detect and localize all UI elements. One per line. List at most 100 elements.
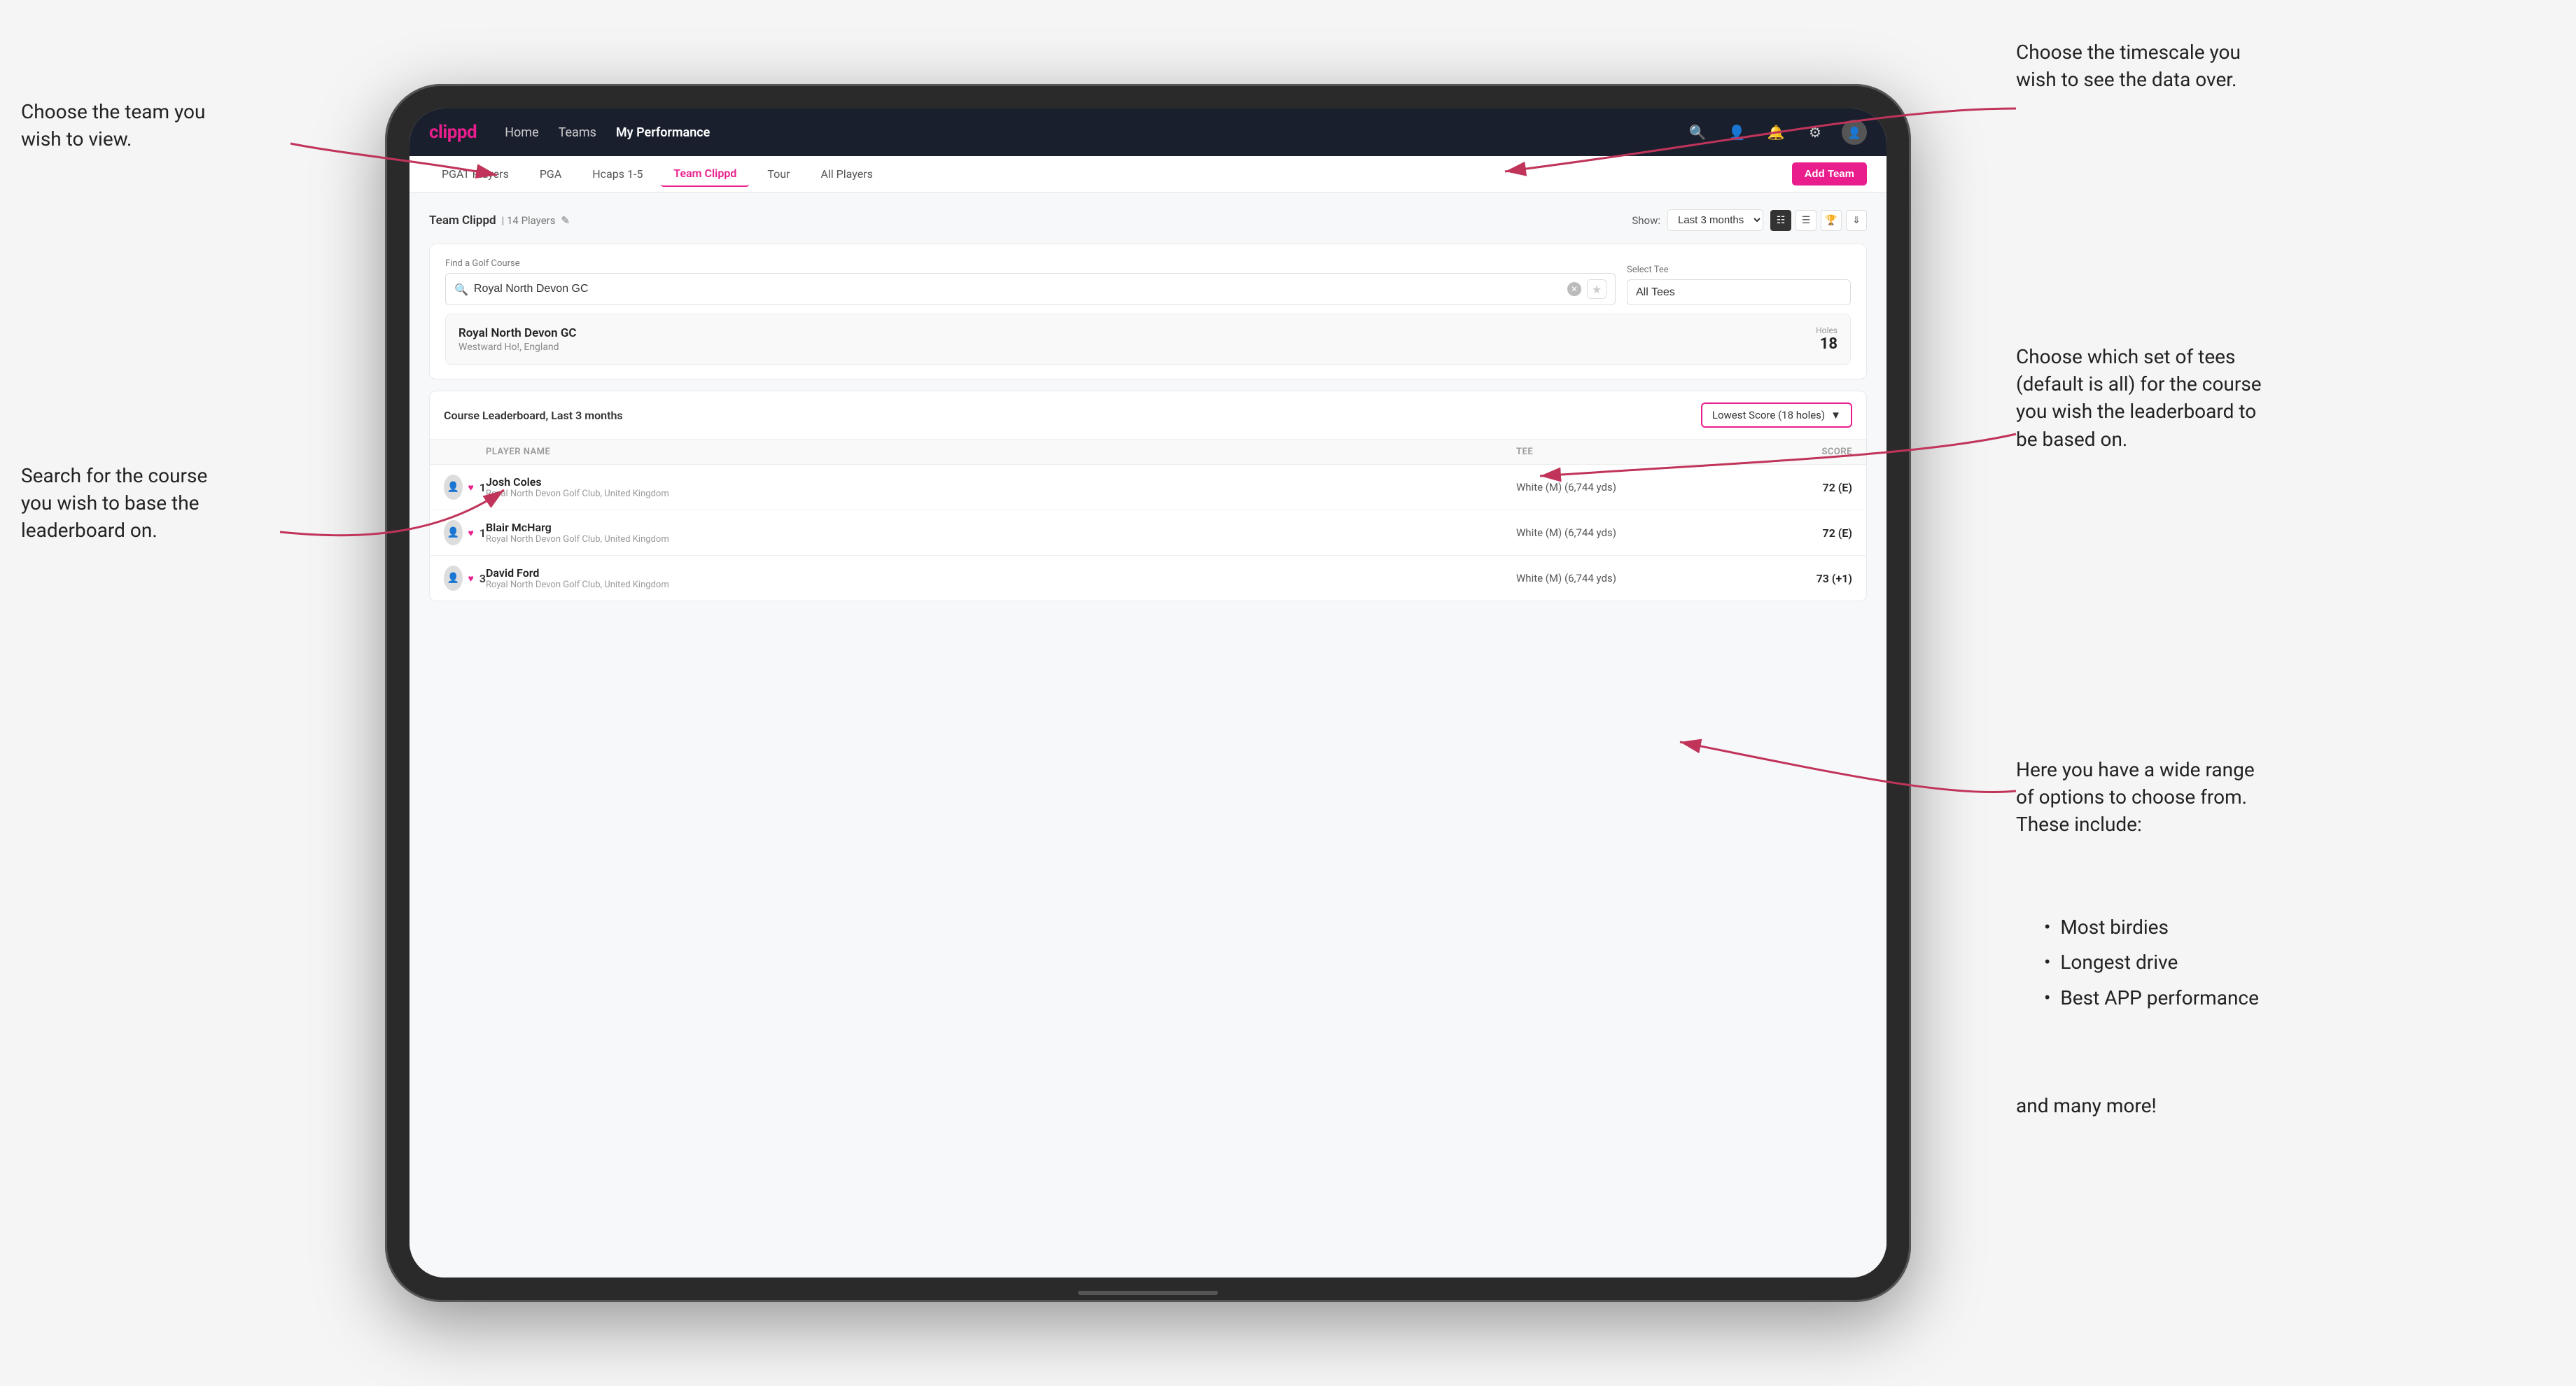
holes-label: Holes (1816, 326, 1837, 335)
course-result-name: Royal North Devon GC (458, 326, 577, 340)
course-search-input[interactable] (474, 283, 1562, 295)
annotation-options-list: • Most birdies • Longest drive • Best AP… (2044, 910, 2259, 1016)
chevron-down-icon: ▼ (1830, 409, 1841, 421)
player-info-col-1: Josh Coles Royal North Devon Golf Club, … (486, 475, 1516, 499)
nav-teams[interactable]: Teams (559, 125, 596, 140)
ipad-screen: clippd Home Teams My Performance 🔍 👤 🔔 ⚙… (410, 108, 1886, 1278)
score-type-select[interactable]: Lowest Score (18 holes) ▼ (1701, 402, 1852, 428)
heart-icon-3: ♥ (468, 573, 474, 584)
ipad-frame: clippd Home Teams My Performance 🔍 👤 🔔 ⚙… (385, 84, 1911, 1302)
course-search-card: Find a Golf Course 🔍 ✕ ★ Select Tee All … (429, 244, 1867, 379)
score-col-2: 72 (E) (1726, 526, 1852, 540)
rank-col-1: 👤 ♥ 1 (444, 475, 486, 500)
rank-number-1: 1 (479, 481, 486, 494)
table-header: PLAYER NAME TEE SCORE (430, 440, 1866, 465)
col-header-player: PLAYER NAME (486, 447, 1516, 457)
col-header-score: SCORE (1726, 447, 1852, 457)
nav-home[interactable]: Home (505, 125, 538, 140)
rank-number-2: 1 (479, 526, 486, 540)
search-icon[interactable]: 🔍 (1685, 120, 1710, 145)
list-view-icon[interactable]: ☰ (1795, 210, 1816, 231)
team-header: Team Clippd | 14 Players ✎ Show: Last 3 … (429, 209, 1867, 231)
tee-label: Select Tee (1627, 265, 1851, 275)
search-magnifier-icon: 🔍 (454, 283, 468, 296)
score-type-label: Lowest Score (18 holes) (1712, 409, 1825, 421)
player-name-3: David Ford (486, 566, 669, 580)
tee-select[interactable]: All Tees White (M) Yellow (M) Red (L) (1627, 279, 1851, 305)
navbar: clippd Home Teams My Performance 🔍 👤 🔔 ⚙… (410, 108, 1886, 156)
tee-col-3: White (M) (6,744 yds) (1516, 572, 1726, 584)
search-input-wrapper: 🔍 ✕ ★ (445, 273, 1616, 305)
leaderboard-header: Course Leaderboard, Last 3 months Lowest… (430, 391, 1866, 440)
holes-count: 18 (1816, 335, 1837, 353)
player-avatar-3: 👤 (444, 566, 463, 591)
rank-number-3: 3 (479, 572, 486, 585)
score-col-3: 73 (+1) (1726, 572, 1852, 585)
find-course-label: Find a Golf Course (445, 258, 1616, 269)
tab-hcaps[interactable]: Hcaps 1-5 (580, 162, 655, 186)
logo: clippd (429, 122, 477, 143)
tee-col-2: White (M) (6,744 yds) (1516, 526, 1726, 539)
score-col-1: 72 (E) (1726, 481, 1852, 494)
annotation-and-more: and many more! (2016, 1092, 2157, 1119)
navbar-icons: 🔍 👤 🔔 ⚙ 👤 (1685, 120, 1867, 145)
download-icon[interactable]: ⇓ (1846, 210, 1867, 231)
player-avatar-1: 👤 (444, 475, 463, 500)
player-club-2: Royal North Devon Golf Club, United King… (486, 534, 669, 545)
heart-icon-1: ♥ (468, 482, 474, 493)
subnav: PGAT Players PGA Hcaps 1-5 Team Clippd T… (410, 156, 1886, 192)
player-avatar-2: 👤 (444, 520, 463, 545)
avatar-icon[interactable]: 👤 (1842, 120, 1867, 145)
navbar-links: Home Teams My Performance (505, 125, 1662, 140)
player-count-label: | 14 Players (502, 214, 556, 227)
favorite-star-button[interactable]: ★ (1587, 279, 1606, 299)
settings-icon[interactable]: ⚙ (1802, 120, 1828, 145)
add-team-button[interactable]: Add Team (1792, 162, 1867, 186)
table-row: 👤 ♥ 1 Blair McHarg Royal North Devon Gol… (430, 510, 1866, 556)
main-content: Team Clippd | 14 Players ✎ Show: Last 3 … (410, 192, 1886, 1278)
grid-view-icon[interactable]: ☷ (1770, 210, 1791, 231)
player-club-3: Royal North Devon Golf Club, United King… (486, 580, 669, 590)
team-name-label: Team Clippd (429, 214, 496, 227)
player-name-2: Blair McHarg (486, 521, 669, 534)
annotation-tees: Choose which set of tees(default is all)… (2016, 343, 2262, 453)
rank-col-3: 👤 ♥ 3 (444, 566, 486, 591)
tee-col-1: White (M) (6,744 yds) (1516, 481, 1726, 493)
player-name-1: Josh Coles (486, 475, 669, 489)
clear-button[interactable]: ✕ (1567, 282, 1581, 296)
team-title: Team Clippd | 14 Players ✎ (429, 214, 570, 227)
leaderboard-card: Course Leaderboard, Last 3 months Lowest… (429, 391, 1867, 601)
find-course-col: Find a Golf Course 🔍 ✕ ★ (445, 258, 1616, 305)
annotation-timescale: Choose the timescale youwish to see the … (2016, 38, 2241, 93)
tab-tour[interactable]: Tour (755, 162, 802, 186)
show-label: Show: (1632, 214, 1660, 227)
ipad-home-bar (1078, 1291, 1218, 1295)
annotation-choose-team: Choose the team youwish to view. (21, 98, 205, 153)
table-row: 👤 ♥ 3 David Ford Royal North Devon Golf … (430, 556, 1866, 601)
tee-select-col: Select Tee All Tees White (M) Yellow (M)… (1627, 265, 1851, 305)
tab-all-players[interactable]: All Players (808, 162, 885, 186)
bell-icon[interactable]: 🔔 (1763, 120, 1788, 145)
player-info-col-3: David Ford Royal North Devon Golf Club, … (486, 566, 1516, 590)
col-header-rank (444, 447, 486, 457)
col-header-tee: TEE (1516, 447, 1726, 457)
leaderboard-title: Course Leaderboard, Last 3 months (444, 409, 623, 422)
course-result: Royal North Devon GC Westward Ho!, Engla… (445, 314, 1851, 365)
subnav-tabs: PGAT Players PGA Hcaps 1-5 Team Clippd T… (429, 161, 886, 187)
rank-col-2: 👤 ♥ 1 (444, 520, 486, 545)
course-result-location: Westward Ho!, England (458, 342, 577, 353)
player-club-1: Royal North Devon Golf Club, United King… (486, 489, 669, 499)
trophy-icon[interactable]: 🏆 (1821, 210, 1842, 231)
view-icons: ☷ ☰ 🏆 ⇓ (1770, 210, 1867, 231)
player-info-col-2: Blair McHarg Royal North Devon Golf Club… (486, 521, 1516, 545)
person-icon[interactable]: 👤 (1724, 120, 1749, 145)
heart-icon-2: ♥ (468, 527, 474, 539)
show-controls: Show: Last 3 months ☷ ☰ 🏆 ⇓ (1632, 209, 1867, 231)
tab-pga[interactable]: PGA (527, 162, 574, 186)
nav-my-performance[interactable]: My Performance (616, 125, 710, 140)
show-period-select[interactable]: Last 3 months (1667, 209, 1763, 231)
annotation-options: Here you have a wide rangeof options to … (2016, 756, 2255, 839)
tab-pgat-players[interactable]: PGAT Players (429, 162, 522, 186)
edit-icon[interactable]: ✎ (561, 214, 570, 227)
tab-team-clippd[interactable]: Team Clippd (661, 161, 749, 187)
